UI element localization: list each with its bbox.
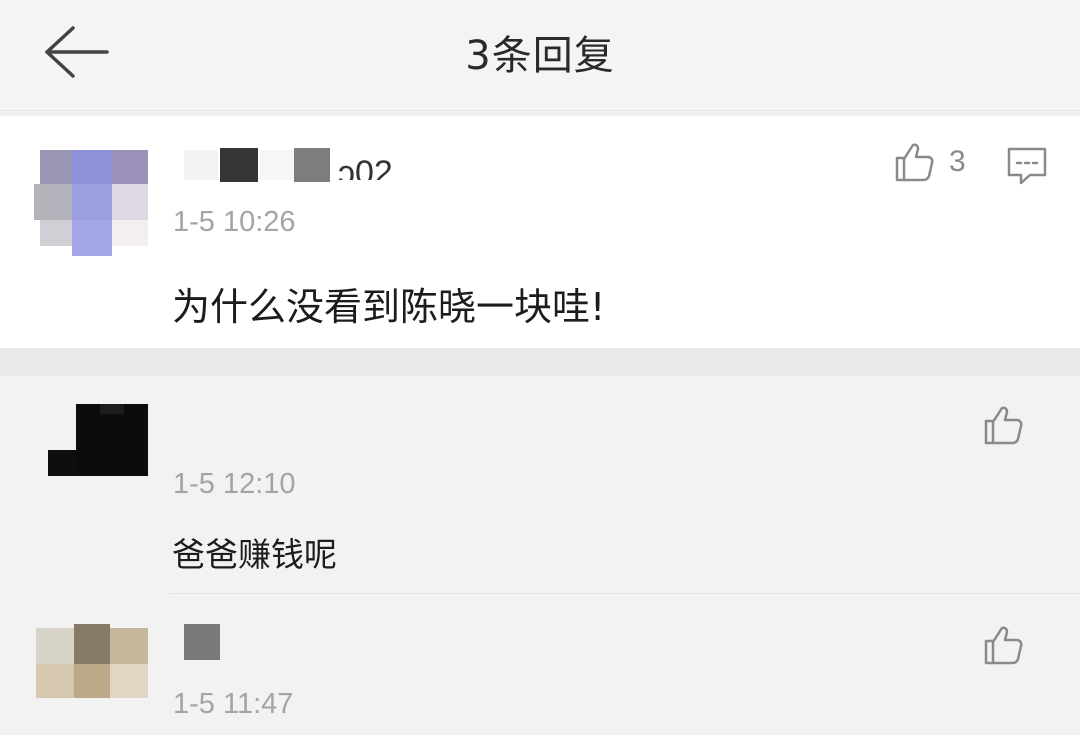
reply-item: 1-5 11:47 <box>0 594 1080 735</box>
reply-text: 爸爸赚钱呢 <box>172 535 337 574</box>
reply-timestamp: 1-5 11:47 <box>173 688 294 720</box>
reply-item: 1-5 12:10 爸爸赚钱呢 <box>0 376 1080 594</box>
thumbs-up-icon <box>984 406 1023 445</box>
username-fragment: ɔ02 <box>338 154 393 180</box>
arrow-left-icon <box>45 26 109 78</box>
like-count: 3 <box>949 145 966 178</box>
reply-timestamp: 1-5 12:10 <box>173 468 296 500</box>
page-title: 3条回复 <box>465 33 615 79</box>
reply-button[interactable] <box>1006 146 1048 190</box>
like-button[interactable] <box>982 624 1024 666</box>
back-button[interactable] <box>36 22 112 82</box>
like-button[interactable] <box>982 404 1024 446</box>
avatar[interactable] <box>36 624 148 698</box>
avatar[interactable] <box>30 146 148 256</box>
username[interactable] <box>184 624 324 664</box>
top-bar: 3条回复 <box>0 0 1080 111</box>
comment-timestamp: 1-5 10:26 <box>173 206 296 238</box>
section-divider <box>0 348 1080 376</box>
main-comment: ɔ02 1-5 10:26 为什么没看到陈晓一块哇! 3 <box>0 116 1080 348</box>
username[interactable]: ɔ02 <box>180 144 420 188</box>
comment-text: 为什么没看到陈晓一块哇! <box>172 285 606 329</box>
like-button[interactable]: 3 <box>893 140 966 184</box>
thumbs-up-icon <box>984 626 1023 665</box>
thumbs-up-icon <box>895 143 934 182</box>
comment-icon <box>1007 147 1047 185</box>
avatar[interactable] <box>48 404 148 476</box>
